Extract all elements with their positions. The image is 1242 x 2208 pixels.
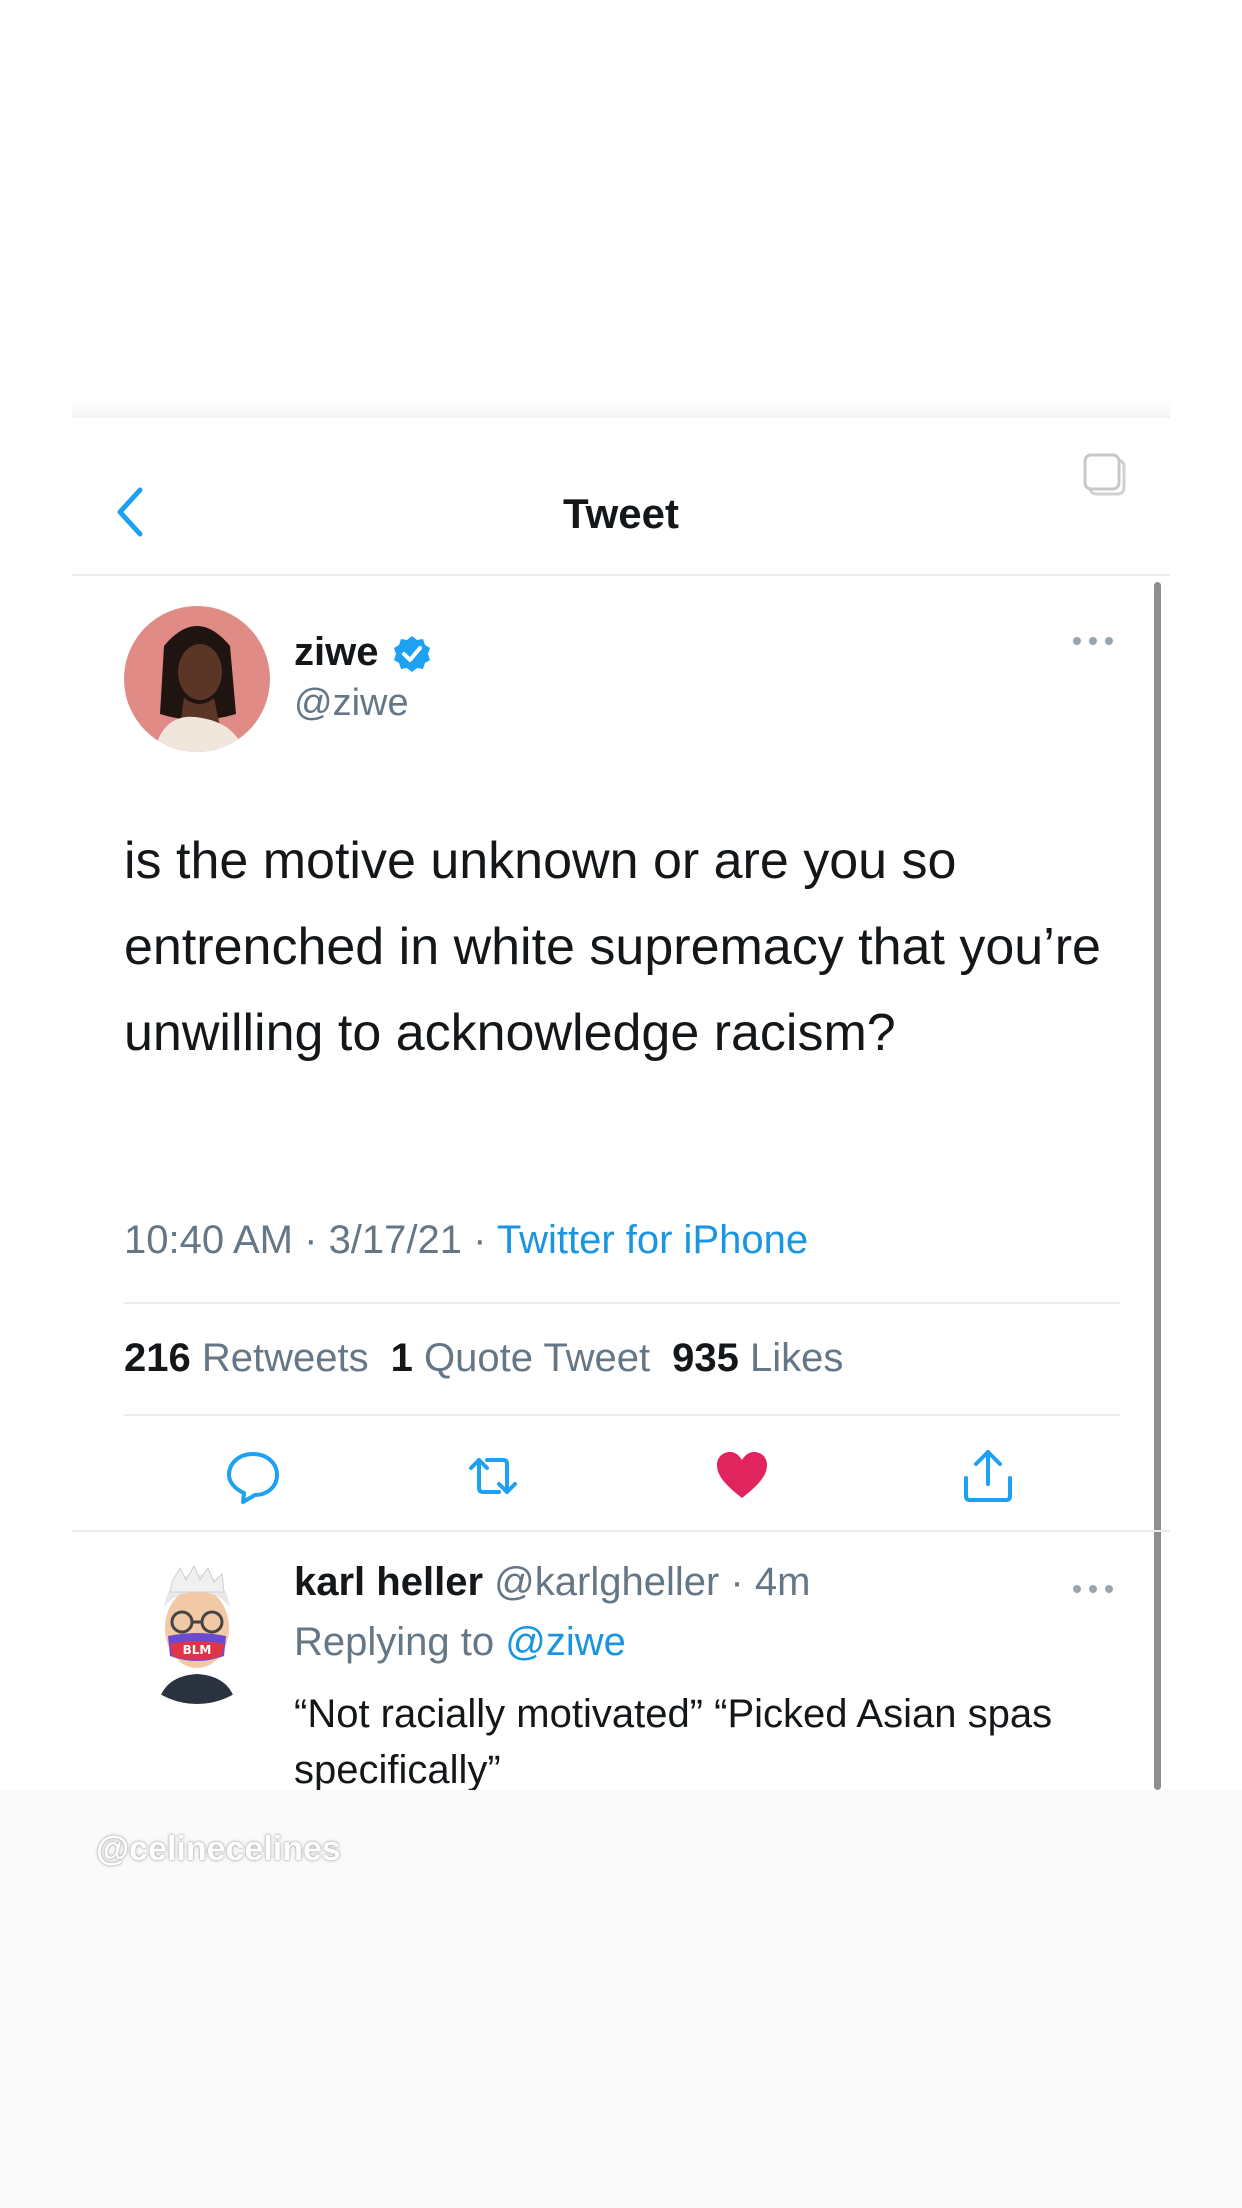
reply-time: 4m — [754, 1560, 811, 1604]
tweet-time: 10:40 AM — [124, 1218, 294, 1262]
avatar-image — [124, 606, 270, 752]
reply-icon[interactable] — [225, 1448, 281, 1504]
avatar-badge-text: BLM — [183, 1643, 212, 1657]
reply-avatar-image: BLM — [124, 1558, 270, 1704]
divider — [124, 1302, 1120, 1304]
reply-text: “Not racially motivated” “Picked Asian s… — [294, 1692, 1053, 1790]
retweet-icon[interactable] — [465, 1448, 521, 1504]
actions-divider — [72, 1530, 1170, 1532]
avatar[interactable] — [124, 606, 270, 752]
replying-to-mention[interactable]: @ziwe — [505, 1620, 626, 1664]
tweet-card: Tweet ziwe @ziwe is the motive unknown o… — [72, 418, 1170, 1790]
meta-separator: · — [293, 1218, 329, 1262]
replying-to: Replying to @ziwe — [294, 1620, 626, 1665]
likes-stat[interactable]: 935 Likes — [672, 1336, 843, 1380]
likes-label: Likes — [749, 1336, 844, 1380]
tweet-meta: 10:40 AM · 3/17/21 · Twitter for iPhone — [124, 1218, 808, 1263]
card-top-shadow — [72, 400, 1170, 420]
verified-badge-icon — [394, 636, 430, 672]
retweets-label: Retweets — [201, 1336, 369, 1380]
tweet-text: is the motive unknown or are you so entr… — [124, 832, 1101, 1062]
quotes-label: Quote Tweet — [424, 1336, 651, 1380]
replying-to-label: Replying to — [294, 1620, 495, 1664]
page-title: Tweet — [563, 490, 679, 537]
quotes-stat[interactable]: 1 Quote Tweet — [391, 1336, 650, 1380]
more-horizontal-icon[interactable] — [1072, 634, 1114, 648]
scrollbar[interactable] — [1154, 582, 1161, 1790]
quotes-count: 1 — [390, 1336, 413, 1380]
watermark: @celinecelines — [96, 1830, 341, 1868]
retweets-stat[interactable]: 216 Retweets — [124, 1336, 369, 1380]
divider — [124, 1414, 1120, 1416]
copy-icon[interactable] — [1082, 452, 1130, 500]
author-name[interactable]: ziwe — [294, 630, 378, 675]
tweet-source[interactable]: Twitter for iPhone — [497, 1218, 808, 1262]
reply-header: karl heller @karlgheller · 4m — [294, 1560, 810, 1605]
share-icon[interactable] — [960, 1448, 1016, 1504]
reply-avatar[interactable]: BLM — [124, 1558, 270, 1704]
more-horizontal-icon[interactable] — [1072, 1582, 1114, 1596]
meta-separator: · — [462, 1218, 497, 1262]
likes-count: 935 — [672, 1336, 739, 1380]
reply-author-handle[interactable]: @karlgheller — [494, 1560, 719, 1604]
heart-filled-icon[interactable] — [714, 1448, 770, 1504]
tweet-stats: 216 Retweets 1 Quote Tweet 935 Likes — [124, 1336, 843, 1381]
nav-header: Tweet — [72, 418, 1170, 576]
meta-separator: · — [719, 1560, 755, 1604]
retweets-count: 216 — [124, 1336, 191, 1380]
tweet-date: 3/17/21 — [328, 1218, 463, 1262]
reply-author-name[interactable]: karl heller — [294, 1560, 483, 1604]
author-handle[interactable]: @ziwe — [294, 682, 409, 725]
